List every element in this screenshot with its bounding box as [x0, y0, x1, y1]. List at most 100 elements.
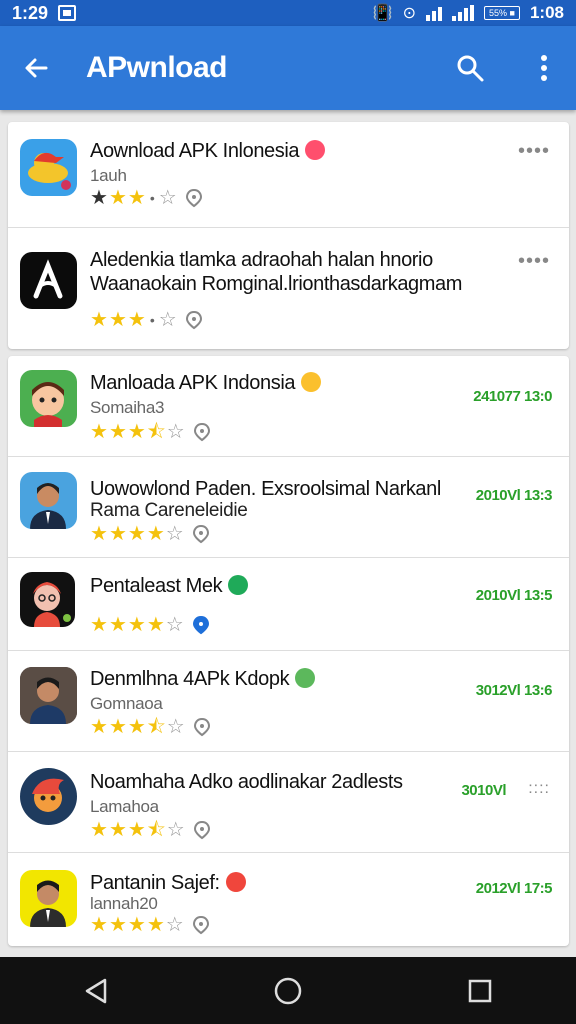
star-outline-icon: ☆: [165, 614, 184, 636]
star-icon: ★: [108, 614, 127, 636]
location-pin-icon: [193, 717, 210, 737]
star-icon: ★: [90, 523, 108, 545]
star-icon: ★: [146, 523, 165, 545]
emoji-smile-icon: [301, 372, 322, 392]
location-icon: ⊙: [402, 5, 417, 22]
nav-recents-icon: [468, 979, 492, 1002]
update-date: 3012Vl 13:6: [475, 682, 553, 699]
vibrate-icon: 📳: [372, 5, 393, 22]
update-date: 241077 13:0: [473, 388, 552, 405]
location-pin-icon: [193, 422, 210, 442]
emoji-badge-icon: [228, 575, 249, 595]
star-icon: ★: [127, 716, 146, 738]
location-pin-icon: [192, 915, 209, 935]
list-item[interactable]: [8, 558, 569, 650]
nav-back-button[interactable]: [72, 967, 120, 1015]
app-icon: [20, 472, 77, 529]
app-subtitle: lannah20: [90, 894, 158, 913]
rating-stars: ★ ★ ★ ★ ☆: [90, 524, 211, 544]
rating-stars: ★ ★ ★ ⯪ ☆: [90, 422, 212, 442]
nav-home-button[interactable]: [264, 967, 312, 1015]
signal-icon: [452, 5, 475, 21]
star-icon: ★: [127, 523, 146, 545]
location-pin-icon: [192, 524, 209, 544]
status-bar: 1:29 📳 ⊙ 55% ■ 1:08: [0, 0, 576, 26]
wifi-icon: [426, 5, 443, 21]
star-icon: ★: [90, 716, 108, 738]
item-menu-icon[interactable]: ••••: [518, 140, 550, 163]
star-icon: ★: [108, 716, 127, 738]
app-subtitle: 1auh: [90, 166, 127, 185]
location-pin-icon: [192, 615, 209, 635]
star-icon: ★: [108, 914, 127, 936]
star-icon: ★: [90, 187, 108, 209]
star-outline-icon: ☆: [166, 716, 185, 738]
search-button[interactable]: [448, 46, 492, 90]
app-name: Denmlhna 4APk Kdopk: [90, 668, 316, 691]
star-icon: ★: [90, 819, 108, 841]
update-date: 2012Vl 17:5: [475, 880, 553, 897]
star-icon: ★: [127, 614, 146, 636]
star-icon: ★: [127, 421, 146, 443]
app-icon: [20, 667, 77, 724]
star-icon: ★: [108, 187, 127, 209]
app-bar: APwnload: [0, 26, 576, 110]
star-icon: ★: [127, 914, 146, 936]
back-button[interactable]: [16, 48, 56, 88]
app-icon: [20, 252, 77, 309]
update-date: 2010Vl 13:5: [475, 587, 553, 604]
app-icon: [20, 370, 77, 427]
app-name: Manloada APK Indonsia: [90, 372, 322, 395]
battery-icon: 55% ■: [484, 6, 520, 20]
more-vert-icon: [541, 55, 547, 81]
app-name: Pantanin Sajef:: [90, 872, 246, 895]
emoji-laugh-icon: [225, 872, 246, 892]
app-subtitle: Lamahoa: [90, 797, 159, 816]
app-name: Aownload APK Inlonesia: [90, 140, 326, 163]
star-icon: ★: [108, 309, 127, 331]
app-icon: [20, 139, 77, 196]
star-outline-icon: ☆: [165, 523, 184, 545]
star-half-icon: ⯪: [146, 421, 166, 443]
location-pin-icon: [185, 310, 202, 330]
item-menu-icon[interactable]: ••••: [518, 250, 550, 273]
location-pin-icon: [185, 188, 202, 208]
star-icon: ★: [108, 523, 127, 545]
rating-stars: ★ ★ ★ ★ ☆: [90, 915, 211, 935]
star-outline-icon: ☆: [158, 309, 177, 331]
app-icon: [20, 768, 77, 825]
app-subtitle: Somaiha3: [90, 398, 165, 417]
system-nav-bar: [0, 957, 576, 1024]
star-outline-icon: ☆: [165, 914, 184, 936]
arrow-left-icon: [25, 58, 48, 78]
star-icon: ★: [127, 819, 146, 841]
update-date: 2010Vl 13:3: [475, 487, 553, 504]
star-icon: ★: [127, 187, 146, 209]
page-title: APwnload: [86, 51, 228, 84]
app-icon: [20, 572, 75, 627]
item-menu-icon[interactable]: ::::: [528, 780, 550, 798]
app-subtitle: Rama Careneleidie: [90, 500, 248, 521]
star-icon: ★: [108, 421, 127, 443]
more-options-button[interactable]: [522, 46, 566, 90]
rating-stars: ★ ★ ★ • ☆: [90, 310, 204, 330]
star-icon: ★: [127, 309, 146, 331]
star-icon: ★: [90, 614, 108, 636]
status-clock: 1:08: [529, 3, 564, 22]
rating-stars: ★ ★ ★ ⯪ ☆: [90, 820, 212, 840]
nav-recents-button[interactable]: [456, 967, 504, 1015]
rating-stars: ★ ★ ★ • ☆: [90, 188, 204, 208]
app-subtitle: Gomnaoa: [90, 694, 163, 713]
location-pin-icon: [193, 820, 210, 840]
notification-icon: [58, 5, 77, 21]
app-name: Aledenkia tlamka adraohah halan hnorio: [90, 249, 433, 271]
app-name: Pentaleast Mek: [90, 575, 249, 598]
rating-stars: ★ ★ ★ ⯪ ☆: [90, 717, 212, 737]
star-icon: ★: [90, 914, 108, 936]
rating-stars: ★ ★ ★ ★ ☆: [90, 615, 211, 635]
app-name: Noamhaha Adko aodlinakar 2adlests: [90, 771, 403, 793]
star-icon: ★: [146, 914, 165, 936]
search-icon: [457, 55, 484, 82]
star-icon: ★: [108, 819, 127, 841]
nav-home-icon: [274, 977, 302, 1004]
